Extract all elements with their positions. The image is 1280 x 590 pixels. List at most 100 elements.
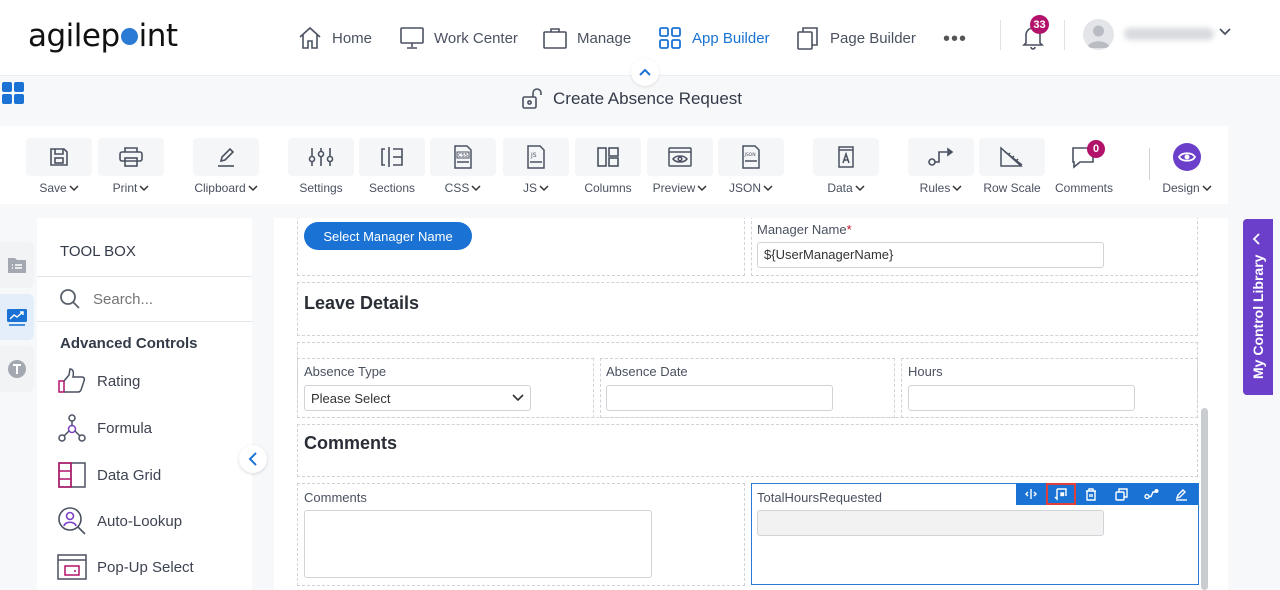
clipboard-label: Clipboard [194, 181, 246, 195]
nav-app-builder[interactable]: App Builder [657, 24, 770, 52]
columns-button[interactable]: Columns [575, 138, 641, 195]
section-header-cell: Leave Details [297, 282, 1198, 336]
row-scale-button[interactable]: Row Scale [979, 138, 1045, 195]
tool-item-auto-lookup[interactable]: Auto-Lookup [57, 506, 182, 536]
svg-text:JS: JS [530, 152, 537, 159]
comments-count-badge: 0 [1087, 140, 1105, 158]
comments-label: Comments [304, 490, 367, 505]
manager-name-label-text: Manager Name [757, 222, 847, 237]
chevron-down-icon [471, 185, 481, 192]
nav-page-builder[interactable]: Page Builder [795, 24, 916, 52]
css-file-icon: CSS [454, 145, 472, 169]
rail-item-text[interactable] [0, 346, 34, 392]
duplicate-button[interactable] [1106, 483, 1136, 505]
print-button[interactable]: Print [98, 138, 164, 195]
preview-button[interactable]: Preview [647, 138, 713, 195]
data-button[interactable]: Data [813, 138, 879, 195]
sections-icon [381, 147, 403, 167]
form-cell: Manager Name* ${UserManagerName} [751, 218, 1198, 276]
form-cell: Absence Type Please Select [297, 358, 594, 418]
canvas-scrollbar[interactable] [1201, 408, 1208, 590]
eye-icon [1173, 143, 1201, 171]
delete-icon [1086, 487, 1096, 501]
nav-manage[interactable]: Manage [542, 24, 631, 52]
design-label: Design [1162, 181, 1200, 195]
printer-icon [119, 147, 143, 167]
sections-button[interactable]: Sections [359, 138, 425, 195]
nav-home[interactable]: Home [297, 24, 372, 52]
nav-work-center[interactable]: Work Center [399, 24, 518, 52]
my-control-library-tab[interactable]: My Control Library [1243, 219, 1273, 395]
row-scale-icon [1000, 146, 1023, 167]
settings-button[interactable]: Settings [288, 138, 354, 195]
comments-heading: Comments [304, 433, 398, 453]
edit-button[interactable] [1166, 483, 1196, 505]
columns-label: Columns [584, 181, 632, 195]
tool-item-data-grid[interactable]: Data Grid [57, 460, 161, 490]
hours-input[interactable] [908, 385, 1135, 411]
js-file-icon: JS [527, 145, 545, 169]
app-launcher-icon[interactable] [2, 82, 24, 104]
comments-button[interactable]: Comments [1051, 138, 1117, 195]
form-cell: Absence Date [600, 358, 895, 418]
toolbox-search-input[interactable] [93, 290, 223, 308]
collapse-header-button[interactable] [631, 58, 659, 86]
nav-divider [1064, 20, 1065, 50]
manager-name-input[interactable]: ${UserManagerName} [757, 242, 1104, 268]
chevron-down-icon [855, 185, 865, 192]
tool-item-formula[interactable]: Formula [57, 413, 152, 443]
json-button[interactable]: JSON JSON [718, 138, 784, 195]
username-blurred[interactable] [1124, 28, 1214, 40]
delete-button[interactable] [1076, 483, 1106, 505]
total-hours-requested-input[interactable] [757, 510, 1104, 536]
json-file-icon: JSON [742, 145, 760, 169]
leave-details-heading: Leave Details [304, 293, 420, 313]
control-rules-button[interactable] [1136, 483, 1166, 505]
rail-item-advanced-controls[interactable] [0, 294, 34, 340]
edit-icon [1175, 488, 1187, 501]
agilepoint-logo[interactable]: agilep int [28, 18, 178, 54]
chevron-down-icon[interactable] [1218, 26, 1232, 38]
field-mapping-button[interactable] [1046, 483, 1076, 505]
folder-list-icon [8, 258, 26, 273]
sliders-icon [308, 148, 334, 166]
comments-textarea[interactable] [304, 510, 652, 578]
absence-date-input[interactable] [606, 385, 833, 411]
my-control-library-label: My Control Library [1250, 254, 1266, 379]
save-label: Save [39, 181, 67, 195]
hours-label: Hours [908, 364, 943, 379]
row-scale-label: Row Scale [983, 181, 1041, 195]
data-book-icon [838, 146, 854, 168]
nav-page-builder-label: Page Builder [830, 29, 916, 47]
sections-label: Sections [368, 181, 416, 195]
select-manager-name-button[interactable]: Select Manager Name [304, 222, 472, 250]
more-menu-button[interactable]: ••• [943, 28, 967, 51]
tool-item-rating[interactable]: Rating [57, 366, 140, 396]
chevron-down-icon [512, 394, 524, 402]
control-action-bar [1016, 483, 1198, 505]
preview-icon [668, 147, 692, 167]
save-icon [50, 148, 68, 166]
thumbs-up-icon [58, 368, 86, 393]
logo-text-end: int [138, 18, 178, 54]
save-button[interactable]: Save [26, 138, 92, 195]
chevron-up-icon [639, 68, 651, 76]
design-button[interactable]: Design [1154, 138, 1220, 195]
absence-type-select[interactable]: Please Select [304, 385, 531, 411]
toolbox-title: TOOL BOX [60, 243, 136, 260]
comments-label: Comments [1054, 181, 1113, 195]
clipboard-button[interactable]: Clipboard [193, 138, 259, 195]
chevron-left-icon [248, 452, 257, 466]
avatar[interactable] [1083, 19, 1114, 50]
page-title-text: Create Absence Request [553, 89, 743, 108]
resize-button[interactable] [1016, 483, 1046, 505]
briefcase-icon [543, 28, 567, 49]
toolbox-search[interactable] [59, 288, 223, 310]
collapse-toolbox-button[interactable] [239, 445, 267, 473]
rules-button[interactable]: Rules [908, 138, 974, 195]
tool-item-popup-select[interactable]: Pop-Up Select [57, 552, 194, 582]
js-button[interactable]: JS JS [503, 138, 569, 195]
rail-item-forms[interactable] [0, 242, 34, 288]
css-button[interactable]: CSS CSS [430, 138, 496, 195]
page-title: Create Absence Request [522, 88, 742, 110]
